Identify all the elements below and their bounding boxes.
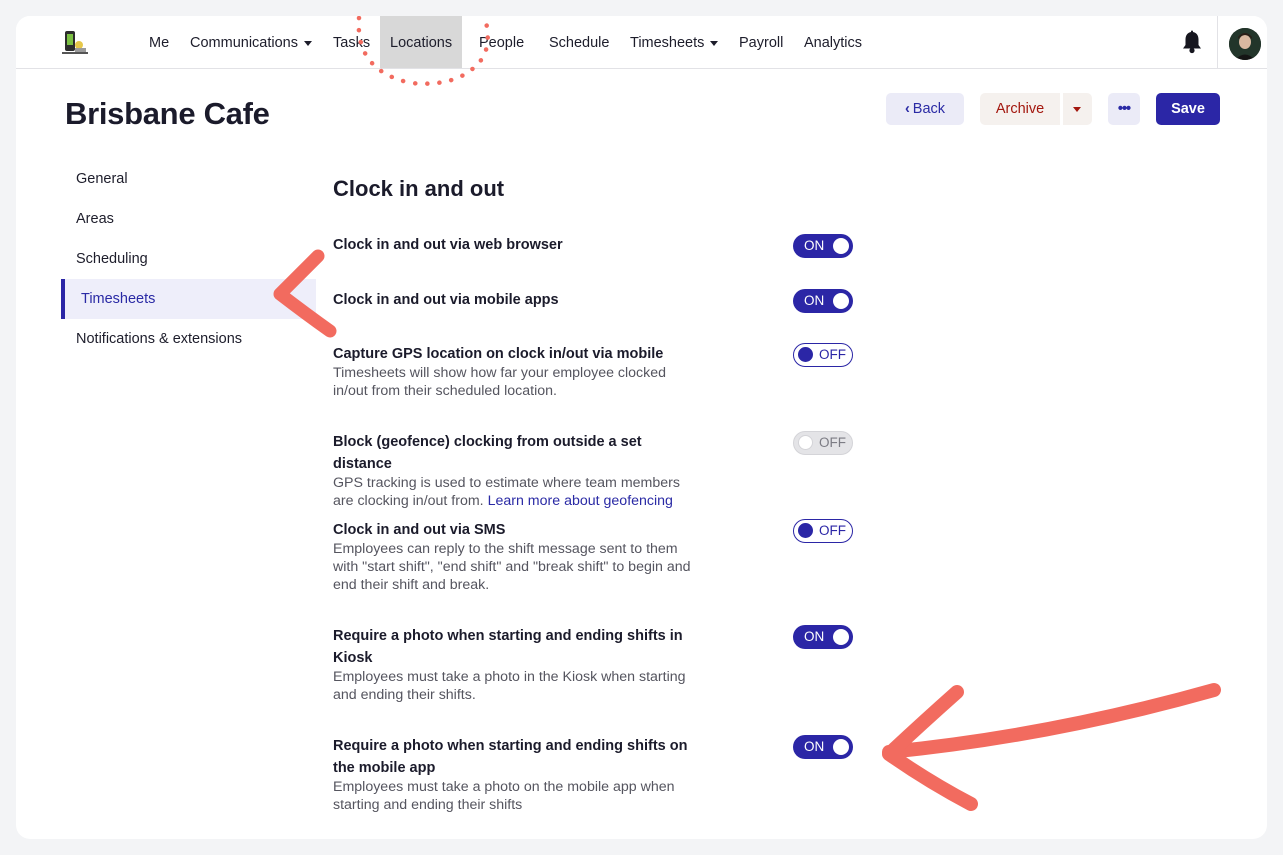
toggle-web-browser[interactable]: ON — [793, 234, 853, 258]
setting-description: Employees must take a photo in the Kiosk… — [333, 669, 686, 703]
setting-title: Capture GPS location on clock in/out via… — [333, 346, 664, 362]
toggle-state-label: OFF — [819, 347, 846, 362]
sidebar-item-notifications[interactable]: Notifications & extensions — [61, 319, 316, 359]
toggle-state-label: ON — [804, 629, 825, 644]
setting-gps-capture: Capture GPS location on clock in/out via… — [333, 343, 693, 400]
nav-locations[interactable]: Locations — [380, 16, 463, 68]
page-title: Brisbane Cafe — [65, 96, 270, 131]
sidebar-item-general[interactable]: General — [61, 159, 316, 199]
setting-description: Employees can reply to the shift message… — [333, 541, 691, 593]
sidebar-item-scheduling[interactable]: Scheduling — [61, 239, 316, 279]
section-title: Clock in and out — [333, 176, 505, 201]
nav-me[interactable]: Me — [149, 16, 169, 68]
chevron-down-icon — [304, 40, 312, 46]
toggle-state-label: OFF — [819, 523, 846, 538]
setting-title: Block (geofence) clocking from outside a… — [333, 434, 642, 472]
toggle-kiosk-photo[interactable]: ON — [793, 625, 853, 649]
archive-dropdown-button[interactable] — [1063, 93, 1092, 125]
setting-web-browser: Clock in and out via web browser — [333, 234, 713, 256]
back-button[interactable]: ‹ Back — [886, 93, 964, 125]
app-logo[interactable] — [60, 28, 90, 56]
toggle-state-label: ON — [804, 739, 825, 754]
setting-title: Clock in and out via mobile apps — [333, 292, 559, 308]
toggle-sms[interactable]: OFF — [793, 519, 853, 543]
setting-title: Require a photo when starting and ending… — [333, 628, 683, 666]
toggle-state-label: ON — [804, 293, 825, 308]
setting-title: Clock in and out via web browser — [333, 237, 563, 253]
toggle-knob — [798, 435, 813, 450]
setting-kiosk-photo: Require a photo when starting and ending… — [333, 625, 705, 704]
toggle-gps-capture[interactable]: OFF — [793, 343, 853, 367]
setting-title: Require a photo when starting and ending… — [333, 738, 688, 776]
sidebar-item-areas[interactable]: Areas — [61, 199, 316, 239]
toggle-state-label: OFF — [819, 435, 846, 450]
toggle-knob — [798, 347, 813, 362]
save-button[interactable]: Save — [1156, 93, 1220, 125]
nav-payroll[interactable]: Payroll — [739, 16, 783, 68]
nav-schedule[interactable]: Schedule — [549, 16, 609, 68]
top-navigation: Me Communications Tasks Locations People… — [16, 16, 1267, 69]
annotation-arrow — [882, 683, 1221, 811]
toggle-knob — [833, 293, 849, 309]
toggle-knob — [833, 238, 849, 254]
archive-button[interactable]: Archive — [980, 93, 1060, 125]
setting-mobile-apps: Clock in and out via mobile apps — [333, 289, 713, 311]
toggle-knob — [833, 739, 849, 755]
setting-description: Employees must take a photo on the mobil… — [333, 779, 675, 813]
chevron-down-icon — [1073, 107, 1081, 112]
nav-communications[interactable]: Communications — [190, 16, 312, 68]
bell-icon[interactable] — [1181, 30, 1203, 54]
setting-mobile-photo: Require a photo when starting and ending… — [333, 735, 708, 814]
app-window: Me Communications Tasks Locations People… — [16, 16, 1267, 839]
nav-people[interactable]: People — [479, 16, 524, 68]
nav-tasks[interactable]: Tasks — [333, 16, 370, 68]
setting-description: GPS tracking is used to estimate where t… — [333, 475, 680, 509]
toggle-state-label: ON — [804, 238, 825, 253]
setting-sms: Clock in and out via SMS Employees can r… — [333, 519, 698, 594]
toggle-mobile-apps[interactable]: ON — [793, 289, 853, 313]
chevron-left-icon: ‹ — [904, 101, 910, 117]
toggle-knob — [798, 523, 813, 538]
toggle-knob — [833, 629, 849, 645]
nav-timesheets[interactable]: Timesheets — [630, 16, 719, 68]
setting-description: Timesheets will show how far your employ… — [333, 365, 667, 399]
user-avatar[interactable] — [1229, 28, 1261, 60]
more-options-button[interactable]: ••• — [1108, 93, 1140, 125]
sidebar-item-timesheets[interactable]: Timesheets — [61, 279, 316, 319]
chevron-down-icon — [710, 40, 719, 46]
toggle-geofence: OFF — [793, 431, 853, 455]
setting-geofence: Block (geofence) clocking from outside a… — [333, 431, 703, 510]
geofencing-learn-more-link[interactable]: Learn more about geofencing — [488, 493, 673, 509]
setting-title: Clock in and out via SMS — [333, 522, 506, 538]
nav-analytics[interactable]: Analytics — [804, 16, 862, 68]
toggle-mobile-photo[interactable]: ON — [793, 735, 853, 759]
nav-divider — [1217, 16, 1218, 68]
